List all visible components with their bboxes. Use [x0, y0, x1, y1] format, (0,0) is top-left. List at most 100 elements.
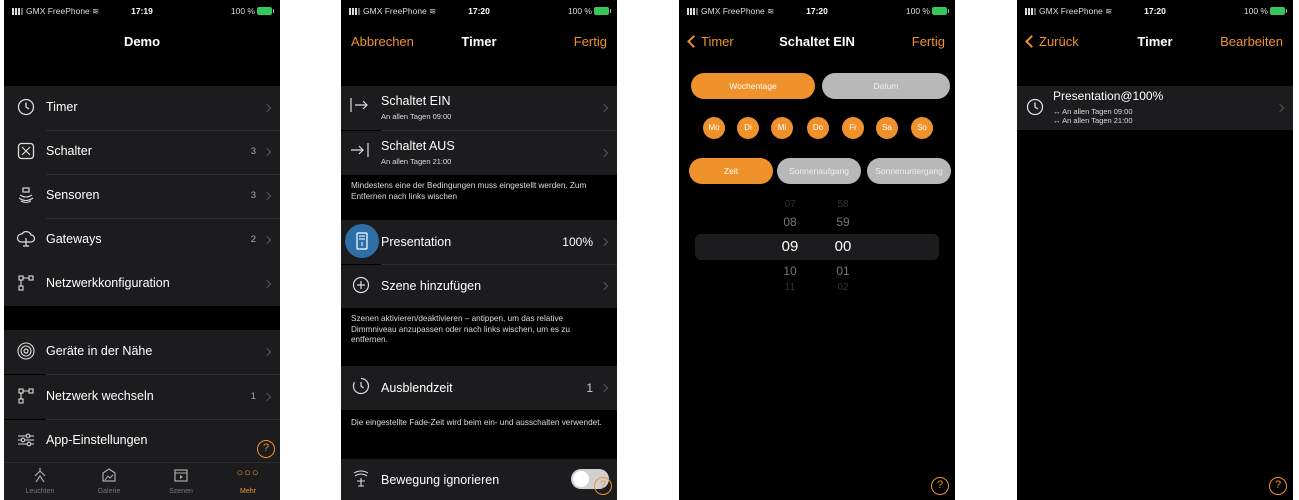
navbar: Zurück Timer Bearbeiten: [1017, 26, 1293, 56]
chevron-right-icon: [599, 383, 609, 393]
arrow-to-bar-icon: [349, 141, 369, 161]
menu-item-geraete-in-der-naehe[interactable]: Geräte in der Nähe: [4, 330, 280, 374]
menu-item-netzwerk-wechseln[interactable]: Netzwerk wechseln 1: [4, 375, 280, 419]
menu-item-label: Geräte in der Nähe: [46, 344, 153, 358]
mode-date-button[interactable]: Datum: [822, 73, 950, 99]
fade-time-value: 1: [586, 381, 593, 395]
sunset-button[interactable]: Sonnenuntergang: [867, 158, 951, 184]
phone-screen-more: GMX FreePhone ≋ 17:19 100 % Demo Timer S…: [4, 0, 280, 500]
clock-icon: [1025, 98, 1045, 118]
tab-label: Galerie: [97, 488, 121, 495]
chevron-right-icon: [262, 191, 272, 201]
day-so[interactable]: So: [911, 117, 933, 139]
done-button[interactable]: Fertig: [574, 34, 607, 49]
battery-icon: [1270, 7, 1287, 15]
add-scene-row[interactable]: Szene hinzufügen: [341, 265, 617, 308]
help-icon[interactable]: ?: [594, 477, 612, 495]
chevron-right-icon: [262, 347, 272, 357]
menu-item-schalter[interactable]: Schalter 3: [4, 130, 280, 174]
menu-item-label: Schalter: [46, 144, 92, 158]
chevron-right-icon: [262, 392, 272, 402]
ignore-motion-row: Bewegung ignorieren: [341, 459, 617, 500]
gallery-icon: [79, 467, 139, 485]
scene-note: Szenen aktivieren/deaktivieren – antippe…: [351, 314, 570, 344]
chevron-right-icon: [262, 235, 272, 245]
scene-dim-level: 100%: [562, 235, 593, 249]
plus-circle-icon: [351, 276, 371, 296]
day-mi[interactable]: Mi: [771, 117, 793, 139]
menu-item-gateways[interactable]: Gateways 2: [4, 218, 280, 262]
menu-item-sensoren[interactable]: Sensoren 3: [4, 174, 280, 218]
status-bar: GMX FreePhone ≋ 17:20 100 %: [679, 0, 955, 22]
chevron-right-icon: [262, 103, 272, 113]
status-bar: GMX FreePhone ≋ 17:20 100 %: [341, 0, 617, 22]
minute-selected: 00: [834, 238, 852, 255]
switch-on-row[interactable]: Schaltet EIN An allen Tagen 09:00: [341, 86, 617, 130]
mode-weekdays-button[interactable]: Wochentage: [691, 73, 815, 99]
scene-label: Presentation: [381, 235, 452, 249]
menu-item-timer[interactable]: Timer: [4, 86, 280, 130]
item-count: 2: [250, 234, 256, 245]
status-bar: GMX FreePhone ≋ 17:20 100 %: [1017, 0, 1293, 22]
done-button[interactable]: Fertig: [912, 34, 945, 49]
day-fr[interactable]: Fr: [842, 117, 864, 139]
tab-galerie[interactable]: Galerie: [79, 467, 139, 495]
battery-icon: [594, 7, 611, 15]
menu-item-label: Netzwerkkonfiguration: [46, 276, 170, 290]
tab-szenen[interactable]: Szenen: [151, 467, 211, 495]
sunrise-button[interactable]: Sonnenaufgang: [777, 158, 861, 184]
battery-percent: 100 %: [905, 6, 930, 16]
chevron-right-icon: [1275, 103, 1285, 113]
phone-screen-timer-list: GMX FreePhone ≋ 17:20 100 % Zurück Timer…: [1017, 0, 1293, 500]
tab-leuchten[interactable]: Leuchten: [10, 467, 70, 495]
switch-off-label: Schaltet AUS: [381, 139, 455, 153]
minute-option: 59: [836, 215, 850, 229]
scene-row-presentation[interactable]: Presentation 100%: [341, 220, 617, 264]
switch-off-schedule: An allen Tagen 21:00: [381, 157, 452, 166]
fade-time-row[interactable]: Ausblendzeit 1: [341, 366, 617, 410]
conditions-note: Mindestens eine der Bedingungen muss ein…: [351, 181, 587, 201]
day-sa[interactable]: Sa: [876, 117, 898, 139]
item-count: 1: [250, 391, 256, 402]
sensor-icon: [16, 186, 36, 206]
scene-icon: [345, 224, 379, 258]
chevron-right-icon: [262, 279, 272, 289]
day-do[interactable]: Do: [807, 117, 829, 139]
menu-item-label: Netzwerk wechseln: [46, 389, 154, 403]
switch-off-row[interactable]: Schaltet AUS An allen Tagen 21:00: [341, 131, 617, 175]
item-count: 3: [250, 190, 256, 201]
timer-entry[interactable]: Presentation@100% ↔ An allen Tagen 09:00…: [1017, 86, 1293, 130]
gateway-icon: [16, 230, 36, 250]
lamp-icon: [10, 467, 70, 485]
hour-selected: 09: [781, 238, 799, 255]
menu-item-label: App-Einstellungen: [46, 433, 148, 447]
chevron-right-icon: [599, 148, 609, 158]
motion-icon: [351, 470, 371, 490]
fade-time-label: Ausblendzeit: [381, 381, 453, 395]
menu-item-app-einstellungen[interactable]: App-Einstellungen: [4, 420, 280, 462]
time-mode-button[interactable]: Zeit: [689, 158, 773, 184]
day-mo[interactable]: Mo: [703, 117, 725, 139]
help-icon[interactable]: ?: [257, 440, 275, 458]
day-di[interactable]: Di: [737, 117, 759, 139]
battery-percent: 100 %: [1243, 6, 1268, 16]
minute-option: 01: [836, 264, 850, 278]
tab-mehr[interactable]: ○○○ Mehr: [218, 467, 278, 495]
battery-percent: 100 %: [230, 6, 255, 16]
help-icon[interactable]: ?: [931, 477, 949, 495]
timer-entry-on: ↔ An allen Tagen 09:00: [1053, 107, 1133, 116]
item-count: 3: [250, 146, 256, 157]
help-icon[interactable]: ?: [1269, 477, 1287, 495]
ignore-motion-label: Bewegung ignorieren: [381, 473, 500, 487]
menu-item-netzwerkkonfiguration[interactable]: Netzwerkkonfiguration: [4, 262, 280, 306]
chevron-right-icon: [599, 237, 609, 247]
navbar: Demo: [4, 26, 280, 56]
picker-selection-band: [695, 234, 939, 260]
clock-icon: [16, 98, 36, 118]
tab-label: Leuchten: [25, 488, 55, 495]
tab-bar: Leuchten Galerie Szenen ○○○ Mehr: [4, 462, 280, 500]
navbar: Abbrechen Timer Fertig: [341, 26, 617, 56]
scenes-icon: [151, 467, 211, 485]
switch-icon: [16, 142, 36, 162]
edit-button[interactable]: Bearbeiten: [1220, 34, 1283, 49]
